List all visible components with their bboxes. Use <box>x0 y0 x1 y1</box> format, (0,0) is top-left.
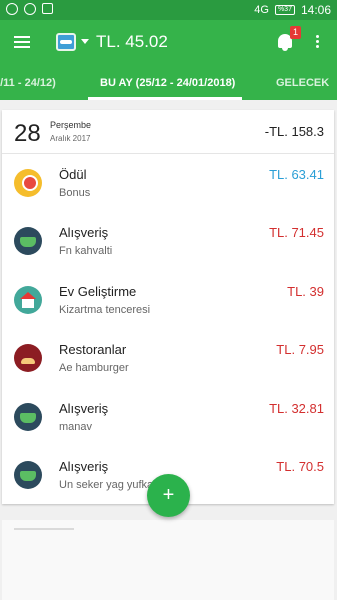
transaction-row[interactable]: Alışveriş Fn kahvalti TL. 71.45 <box>2 217 334 275</box>
transaction-row[interactable]: Ev Geliştirme Kizartma tenceresi TL. 39 <box>2 276 334 334</box>
shopping-basket-icon <box>14 227 42 255</box>
clock: 14:06 <box>300 3 331 17</box>
transaction-note: Bonus <box>59 187 91 199</box>
transaction-category: Ödül <box>59 167 87 182</box>
account-balance[interactable]: TL. 45.02 <box>96 32 168 52</box>
status-bar: 4G %37 14:06 <box>0 0 337 20</box>
battery-icon: %37 <box>274 5 295 15</box>
shopping-basket-icon <box>14 403 42 431</box>
tab-future[interactable]: GELECEK <box>276 77 329 89</box>
day-number: 28 <box>14 120 41 147</box>
notification-badge: 1 <box>290 26 301 39</box>
transaction-category: Ev Geliştirme <box>59 284 137 299</box>
app-bar: TL. 45.02 1 <box>0 20 337 65</box>
day-header[interactable]: 28 Perşembe Aralık 2017 -TL. 158.3 <box>2 110 334 154</box>
shopping-basket-icon <box>14 461 42 489</box>
next-day-card <box>2 520 334 600</box>
transaction-note: Fn kahvalti <box>59 245 113 257</box>
tab-indicator <box>88 97 242 100</box>
reward-icon <box>14 169 42 197</box>
transaction-note: manav <box>59 421 93 433</box>
whatsapp-icon <box>6 3 18 15</box>
transaction-note: Ae hamburger <box>59 362 129 374</box>
transaction-category: Alışveriş <box>59 401 109 416</box>
transaction-amount: TL. 71.45 <box>269 225 324 240</box>
wallet-icon[interactable] <box>56 33 76 51</box>
network-label: 4G <box>254 4 269 16</box>
restaurant-icon <box>14 344 42 372</box>
weekday-label: Perşembe <box>50 120 92 130</box>
transaction-category: Alışveriş <box>59 225 109 240</box>
transaction-note: Un seker yag yufka <box>59 479 154 491</box>
transaction-category: Restoranlar <box>59 342 127 357</box>
period-tabs: 5/11 - 24/12) BU AY (25/12 - 24/01/2018)… <box>0 65 337 100</box>
transaction-note: Kizartma tenceresi <box>59 304 151 316</box>
menu-icon[interactable] <box>14 36 30 48</box>
transaction-amount: TL. 32.81 <box>269 401 324 416</box>
add-transaction-button[interactable]: + <box>147 474 190 517</box>
day-card: 28 Perşembe Aralık 2017 -TL. 158.3 Ödül … <box>2 110 334 504</box>
tab-this-month[interactable]: BU AY (25/12 - 24/01/2018) <box>100 77 235 89</box>
transaction-amount: TL. 63.41 <box>269 167 324 182</box>
transaction-row[interactable]: Alışveriş manav TL. 32.81 <box>2 393 334 451</box>
transaction-amount: TL. 70.5 <box>276 459 324 474</box>
day-total: -TL. 158.3 <box>264 124 324 139</box>
image-icon <box>42 3 53 14</box>
transaction-row[interactable]: Restoranlar Ae hamburger TL. 7.95 <box>2 334 334 392</box>
month-year-label: Aralık 2017 <box>50 134 91 143</box>
transaction-category: Alışveriş <box>59 459 109 474</box>
sync-icon <box>24 3 36 15</box>
house-icon <box>14 286 42 314</box>
chevron-down-icon[interactable] <box>81 39 89 44</box>
transaction-row[interactable]: Ödül Bonus TL. 63.41 <box>2 159 334 217</box>
transaction-amount: TL. 39 <box>287 284 324 299</box>
more-options-icon[interactable] <box>316 35 320 50</box>
tab-previous[interactable]: 5/11 - 24/12) <box>0 77 56 89</box>
transaction-amount: TL. 7.95 <box>276 342 324 357</box>
